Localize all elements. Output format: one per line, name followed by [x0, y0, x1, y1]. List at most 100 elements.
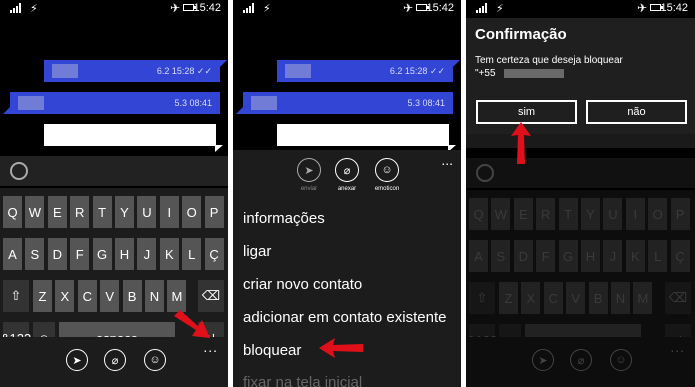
emoticon-label: emoticon	[374, 186, 400, 192]
key-i[interactable]: I	[159, 196, 179, 228]
confirmation-dialog: Confirmação Tem certeza que deseja bloqu…	[466, 18, 695, 134]
key-n[interactable]: N	[145, 280, 164, 312]
attach-icon: ⌀	[570, 349, 592, 371]
menu-item-fixar[interactable]: fixar na tela inicial	[243, 374, 362, 387]
key-c: C	[543, 282, 563, 314]
redacted-text	[251, 96, 277, 110]
key-r[interactable]: R	[70, 196, 90, 228]
key-s[interactable]: S	[25, 238, 45, 270]
compose-text-field[interactable]	[44, 124, 223, 152]
clock: 15:42	[193, 2, 221, 14]
vibrate-icon: ⚡	[263, 3, 271, 15]
key-b[interactable]: B	[122, 280, 142, 312]
key-d: D	[513, 240, 533, 272]
vibrate-icon: ⚡	[496, 3, 504, 15]
key-o[interactable]: O	[182, 196, 202, 228]
key-z[interactable]: Z	[33, 280, 52, 312]
smiley-icon[interactable]: ☺	[144, 349, 166, 371]
key-a[interactable]: A	[3, 238, 22, 270]
phone-screen-confirm-block: ⚡ ✈ 15:42 Confirmação Tem certeza que de…	[466, 0, 695, 387]
input-bar	[0, 156, 228, 186]
airplane-icon: ✈	[636, 1, 647, 15]
key-f[interactable]: F	[70, 238, 90, 270]
key-v[interactable]: V	[100, 280, 120, 312]
menu-item-adicionar-contato[interactable]: adicionar em contato existente	[243, 309, 446, 326]
key-w: W	[491, 198, 511, 230]
clipboard-icon[interactable]	[10, 162, 28, 180]
key-s: S	[491, 240, 511, 272]
dialog-phone-number: "+55	[475, 68, 496, 79]
redacted-number	[504, 69, 564, 78]
key-d[interactable]: D	[47, 238, 67, 270]
backspace-key[interactable]: ⌫	[198, 280, 224, 312]
more-options-button[interactable]: ...	[203, 339, 218, 355]
vibrate-icon: ⚡	[30, 3, 38, 15]
phone-screen-chat-menu: ⚡ ✈ 15:42 6.2 15:28 ✓✓ 5.3 08:41 ➤ envia…	[233, 0, 461, 387]
red-arrow-annotation	[319, 338, 363, 358]
message-bubble-sent[interactable]: 6.2 15:28 ✓✓	[44, 60, 227, 82]
more-options-button[interactable]: ...	[441, 152, 453, 168]
key-t[interactable]: T	[92, 196, 112, 228]
menu-item-criar-contato[interactable]: criar novo contato	[243, 276, 362, 293]
key-x[interactable]: X	[55, 280, 75, 312]
key-z: Z	[499, 282, 518, 314]
menu-item-ligar[interactable]: ligar	[243, 243, 271, 260]
send-label: enviar	[300, 186, 318, 192]
menu-item-bloquear[interactable]: bloquear	[243, 342, 301, 359]
shift-key[interactable]: ⇧	[3, 280, 29, 312]
keyboard-dimmed: QWERTYUIOPASDFGHJKLÇ⇧ZXCVBNM⌫&123☺espaço…	[466, 190, 695, 356]
app-bar-expanded: ➤ enviar ⌀ anexar ☺ emoticon ...	[233, 150, 461, 198]
key-j[interactable]: J	[137, 238, 157, 270]
no-button[interactable]: não	[586, 100, 687, 124]
send-icon[interactable]: ➤	[297, 158, 321, 182]
message-bubble-sent[interactable]: 6.2 15:28 ✓✓	[277, 60, 460, 82]
input-bar	[466, 158, 695, 188]
key-r: R	[536, 198, 556, 230]
backspace-key: ⌫	[665, 282, 691, 314]
dimmed-area	[466, 134, 695, 148]
key-q: Q	[469, 198, 488, 230]
attach-label: anexar	[337, 186, 357, 192]
key-y[interactable]: Y	[115, 196, 134, 228]
smiley-icon[interactable]: ☺	[375, 158, 399, 182]
clipboard-icon	[476, 164, 494, 182]
send-icon[interactable]: ➤	[66, 349, 88, 371]
key-u[interactable]: U	[137, 196, 157, 228]
key-ç: Ç	[670, 240, 690, 272]
key-g[interactable]: G	[92, 238, 112, 270]
menu-item-informacoes[interactable]: informações	[243, 210, 325, 227]
smiley-icon: ☺	[610, 349, 632, 371]
key-f: F	[536, 240, 556, 272]
send-icon: ➤	[532, 349, 554, 371]
key-i: I	[625, 198, 645, 230]
compose-text-field[interactable]	[277, 124, 456, 152]
yes-button[interactable]: sim	[476, 100, 577, 124]
key-e[interactable]: E	[47, 196, 67, 228]
key-y: Y	[581, 198, 600, 230]
key-m[interactable]: M	[167, 280, 187, 312]
attach-icon[interactable]: ⌀	[104, 349, 126, 371]
redacted-text	[52, 64, 78, 78]
message-timestamp: 5.3 08:41	[407, 98, 445, 108]
key-ç[interactable]: Ç	[204, 238, 224, 270]
key-k[interactable]: K	[159, 238, 179, 270]
key-p[interactable]: P	[204, 196, 224, 228]
message-timestamp: 5.3 08:41	[174, 98, 212, 108]
signal-icon	[10, 3, 22, 13]
dialog-title: Confirmação	[475, 26, 567, 43]
key-w[interactable]: W	[25, 196, 45, 228]
key-c[interactable]: C	[77, 280, 97, 312]
key-h[interactable]: H	[115, 238, 134, 270]
redacted-text	[18, 96, 44, 110]
message-bubble-received[interactable]: 5.3 08:41	[3, 92, 220, 114]
key-l[interactable]: L	[182, 238, 202, 270]
message-bubble-received[interactable]: 5.3 08:41	[236, 92, 453, 114]
app-bar: ➤ ⌀ ☺ ...	[0, 337, 228, 387]
key-h: H	[581, 240, 600, 272]
key-j: J	[603, 240, 623, 272]
key-k: K	[625, 240, 645, 272]
key-q[interactable]: Q	[3, 196, 22, 228]
attach-icon[interactable]: ⌀	[335, 158, 359, 182]
airplane-icon: ✈	[402, 1, 413, 15]
key-u: U	[603, 198, 623, 230]
